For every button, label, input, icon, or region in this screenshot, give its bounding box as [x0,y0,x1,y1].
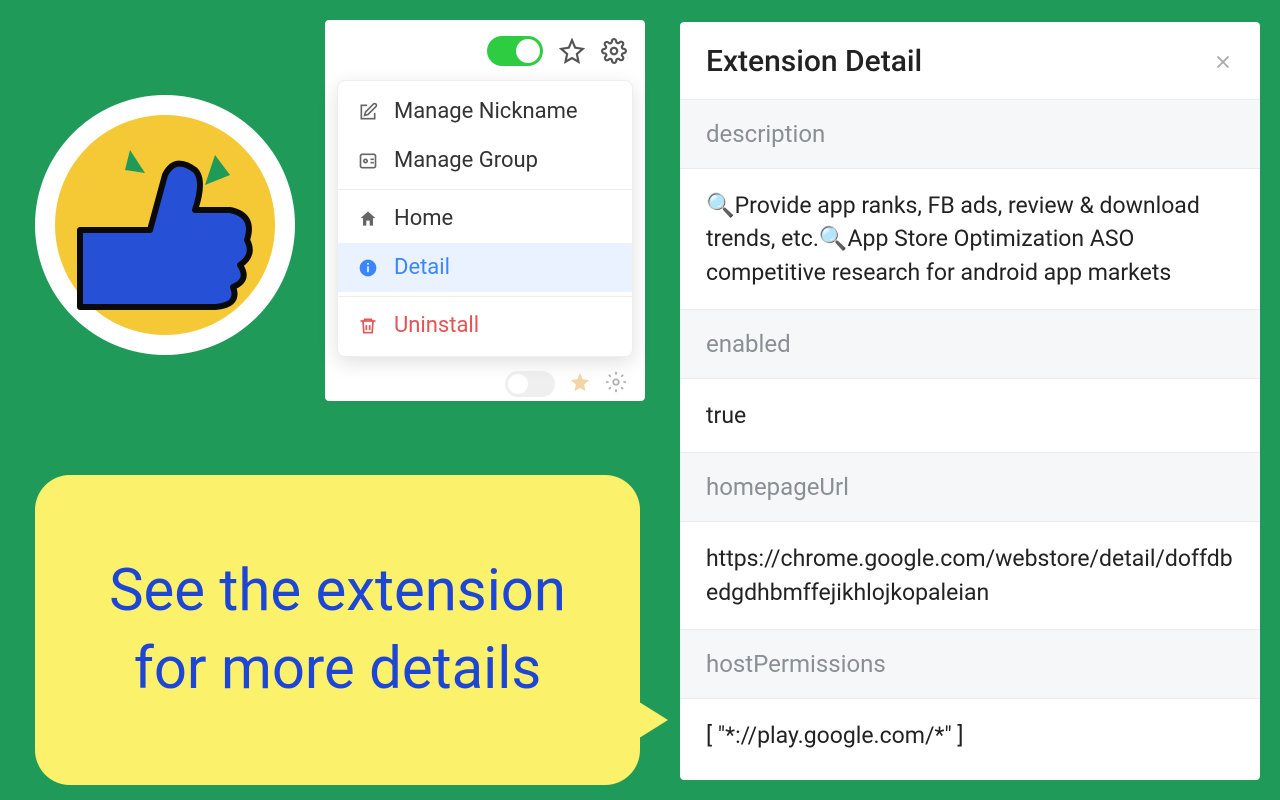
field-label-description: description [680,99,1260,169]
menu-uninstall[interactable]: Uninstall [338,301,632,350]
detail-title: Extension Detail [706,44,922,79]
context-menu: Manage Nickname Manage Group Home Detail [337,80,633,357]
field-label-hostpermissions: hostPermissions [680,629,1260,699]
extension-detail-panel: Extension Detail description 🔍Provide ap… [680,22,1260,780]
enable-toggle[interactable] [487,36,543,66]
menu-label: Manage Group [394,148,538,173]
group-icon [358,151,380,171]
edit-icon [358,102,380,122]
popup-footer-row [325,369,645,397]
menu-label: Home [394,206,453,231]
field-label-enabled: enabled [680,309,1260,379]
speech-bubble: See the extension for more details [35,475,640,785]
thumbs-up-sticker [35,95,295,355]
detail-header: Extension Detail [680,22,1260,99]
menu-manage-group[interactable]: Manage Group [338,136,632,185]
gear-icon[interactable] [605,371,627,397]
popup-toolbar [325,20,645,80]
field-value-hostpermissions: [ "*://play.google.com/*" ] [680,699,1260,772]
menu-manage-nickname[interactable]: Manage Nickname [338,87,632,136]
extension-popup: Manage Nickname Manage Group Home Detail [325,20,645,401]
menu-label: Manage Nickname [394,99,578,124]
speech-text: See the extension for more details [75,552,600,709]
menu-separator [338,296,632,297]
trash-icon [358,316,380,336]
field-value-homepageurl: https://chrome.google.com/webstore/detai… [680,522,1260,629]
menu-separator [338,189,632,190]
star-filled-icon[interactable] [569,371,591,397]
menu-label: Detail [394,255,450,280]
gear-icon[interactable] [601,38,627,64]
close-icon[interactable] [1212,51,1234,73]
info-icon [358,258,380,278]
home-icon [358,209,380,229]
menu-label: Uninstall [394,313,479,338]
field-label-homepageurl: homepageUrl [680,452,1260,522]
star-icon[interactable] [559,38,585,64]
field-value-enabled: true [680,379,1260,452]
disabled-toggle[interactable] [505,371,555,397]
menu-home[interactable]: Home [338,194,632,243]
field-value-description: 🔍Provide app ranks, FB ads, review & dow… [680,169,1260,309]
menu-detail[interactable]: Detail [338,243,632,292]
